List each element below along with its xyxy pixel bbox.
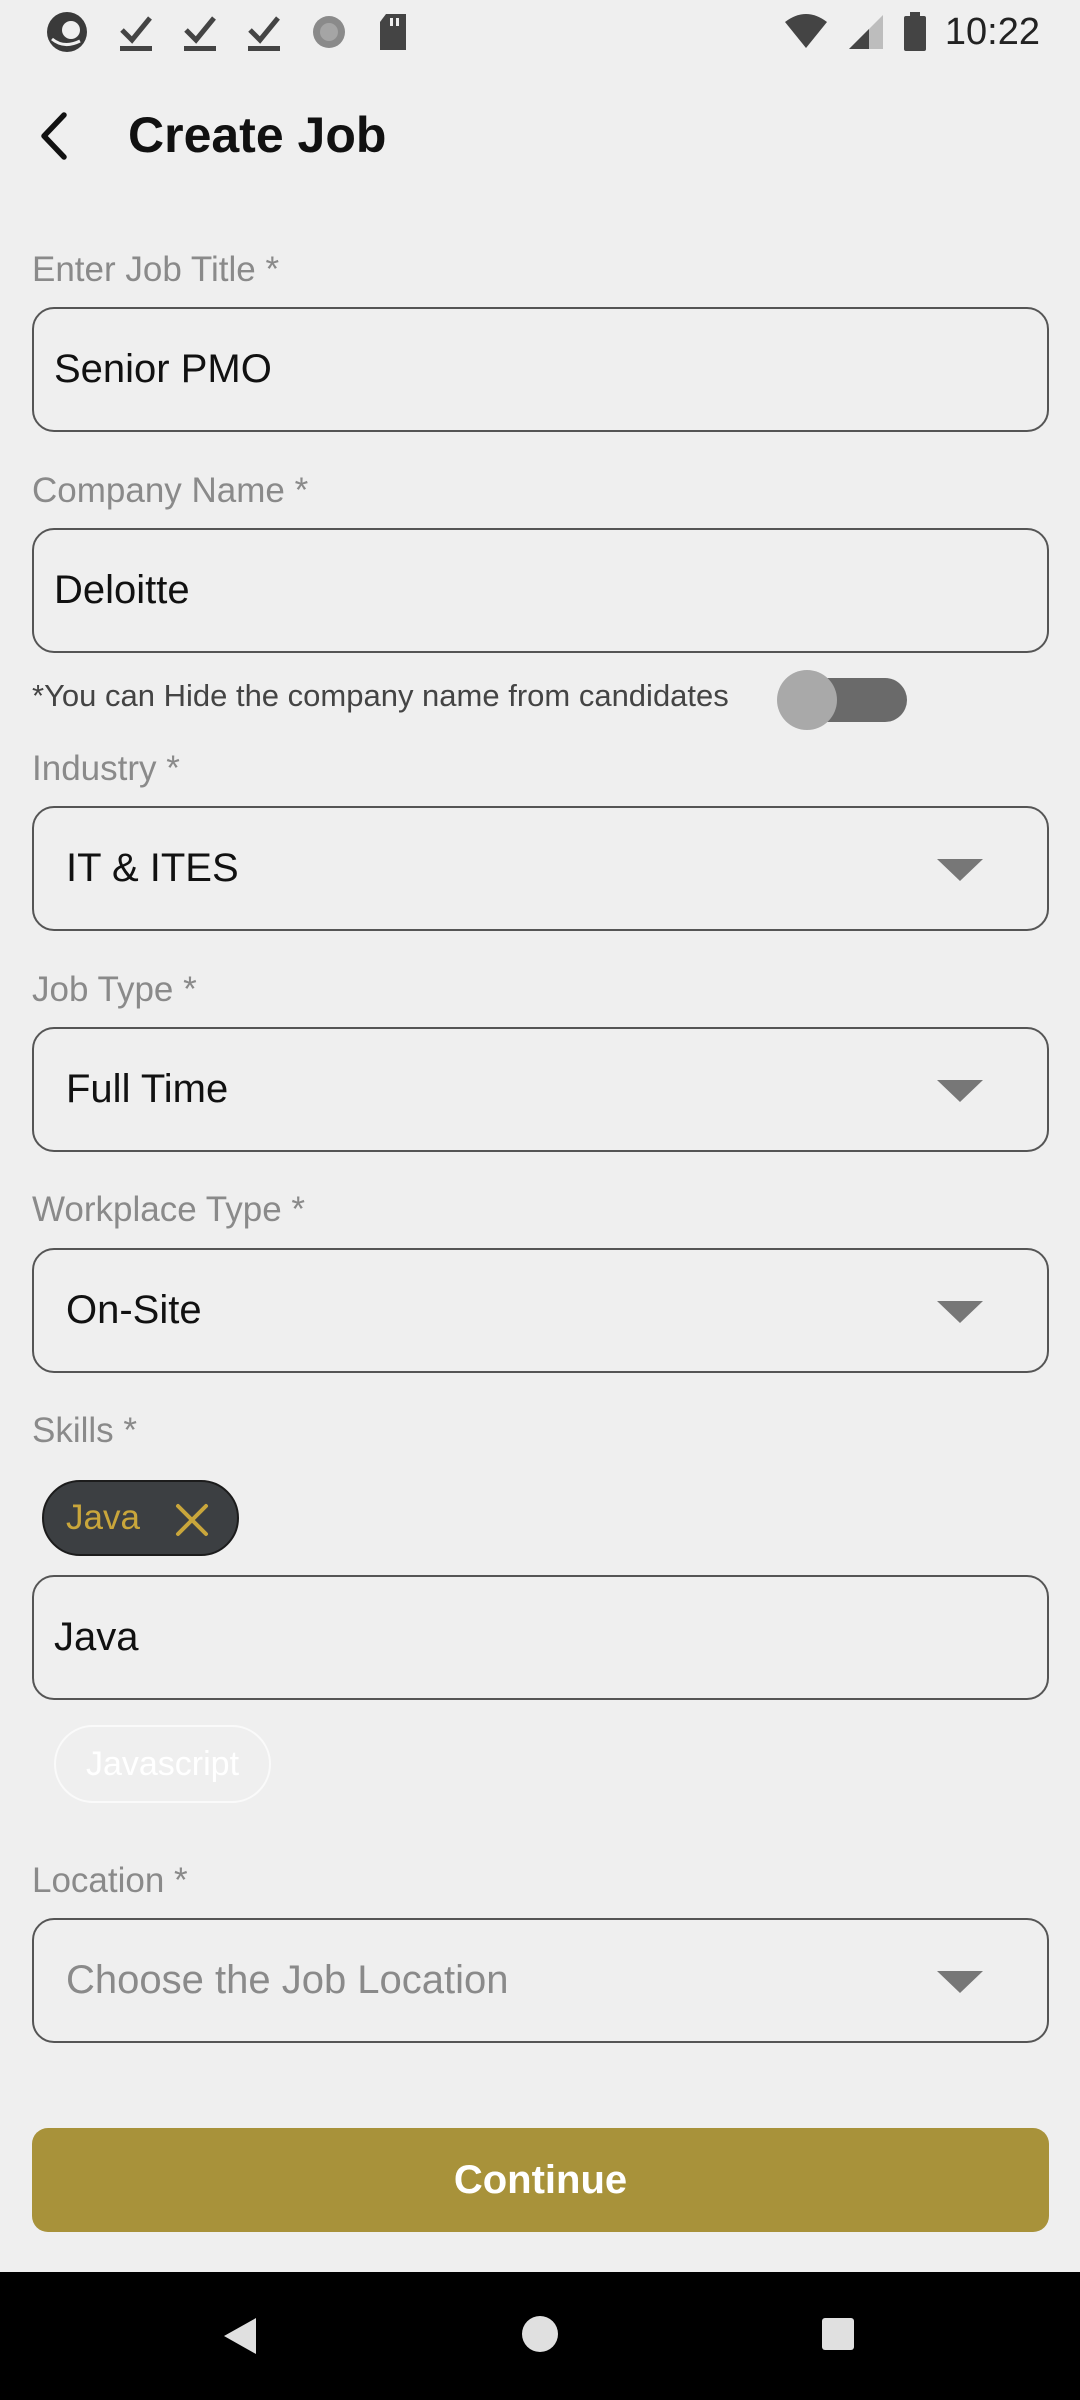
job-type-dropdown[interactable]: Full Time: [32, 1027, 1049, 1152]
download-done-icon: [182, 12, 218, 52]
close-icon[interactable]: [172, 1500, 212, 1540]
company-name-input[interactable]: Deloitte: [32, 528, 1049, 653]
skills-input-value: Java: [54, 1615, 139, 1659]
skill-chip-label: Java: [66, 1498, 140, 1537]
chevron-down-icon: [937, 858, 983, 881]
continue-button[interactable]: Continue: [32, 2128, 1049, 2232]
location-dropdown[interactable]: Choose the Job Location: [32, 1918, 1049, 2043]
job-type-value: Full Time: [66, 1067, 229, 1111]
job-title-value: Senior PMO: [54, 347, 272, 391]
toggle-thumb: [777, 670, 837, 730]
back-button[interactable]: [22, 104, 90, 172]
skills-label: Skills *: [32, 1411, 138, 1450]
skill-chip: Java: [42, 1480, 239, 1556]
app-logo-icon: [44, 9, 90, 55]
job-title-input[interactable]: Senior PMO: [32, 307, 1049, 432]
status-right-icons: 10:22: [783, 11, 1040, 54]
company-name-label: Company Name *: [32, 471, 309, 510]
status-left-icons: [44, 9, 410, 55]
nav-recents-icon[interactable]: [822, 2318, 854, 2350]
status-time: 10:22: [944, 10, 1040, 53]
skill-suggestion[interactable]: Javascript: [54, 1725, 271, 1803]
skills-input[interactable]: Java: [32, 1575, 1049, 1700]
battery-icon: [903, 12, 927, 52]
industry-label: Industry *: [32, 749, 180, 788]
chevron-down-icon: [937, 1970, 983, 1993]
company-name-value: Deloitte: [54, 568, 190, 612]
chevron-down-icon: [937, 1079, 983, 1102]
loading-icon: [310, 13, 348, 51]
nav-home-icon[interactable]: [522, 2316, 558, 2352]
arrow-back-icon: [34, 111, 78, 166]
job-title-label: Enter Job Title *: [32, 250, 280, 289]
hide-company-toggle[interactable]: [777, 670, 907, 730]
industry-dropdown[interactable]: IT & ITES: [32, 806, 1049, 931]
app-header: Create Job: [0, 92, 1080, 180]
industry-value: IT & ITES: [66, 846, 239, 890]
workplace-type-label: Workplace Type *: [32, 1190, 306, 1229]
wifi-icon: [783, 14, 829, 50]
location-label: Location *: [32, 1861, 188, 1900]
cell-signal-icon: [847, 13, 885, 51]
job-type-label: Job Type *: [32, 970, 197, 1009]
status-bar: 10:22: [0, 0, 1080, 64]
download-done-icon: [246, 12, 282, 52]
location-placeholder: Choose the Job Location: [66, 1958, 509, 2002]
nav-back-icon[interactable]: [224, 2318, 256, 2354]
chevron-down-icon: [937, 1300, 983, 1323]
page-title: Create Job: [128, 107, 387, 163]
sd-card-icon: [376, 12, 410, 52]
download-done-icon: [118, 12, 154, 52]
hide-company-note: *You can Hide the company name from cand…: [32, 678, 729, 713]
workplace-type-dropdown[interactable]: On-Site: [32, 1248, 1049, 1373]
workplace-type-value: On-Site: [66, 1288, 202, 1332]
system-nav-bar: [0, 2272, 1080, 2400]
